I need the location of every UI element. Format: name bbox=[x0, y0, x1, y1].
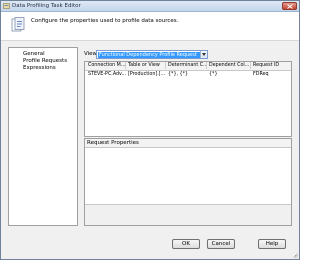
app-icon bbox=[3, 3, 10, 9]
cell-connection-manager[interactable]: STEVE-PC.Adv... bbox=[87, 71, 126, 78]
request-properties-panel: Request Properties bbox=[84, 138, 292, 226]
dropdown-arrow-button[interactable] bbox=[200, 51, 207, 58]
request-properties-header: Request Properties bbox=[85, 139, 291, 148]
header-banner: Configure the properties used to profile… bbox=[1, 12, 299, 41]
cell-determinant-columns[interactable]: {*}, {*} bbox=[167, 71, 207, 78]
profile-requests-grid[interactable]: Connection M... Table or View Determinan… bbox=[84, 61, 292, 137]
dialog-description: Configure the properties used to profile… bbox=[31, 18, 179, 24]
title-bar[interactable]: Data Profiling Task Editor bbox=[1, 1, 299, 12]
data-profiling-icon bbox=[11, 17, 25, 32]
cancel-button[interactable]: Cancel bbox=[207, 239, 235, 249]
chevron-down-icon bbox=[202, 53, 206, 56]
column-header-determinant-columns[interactable]: Determinant C... bbox=[167, 62, 207, 69]
ok-button[interactable]: OK bbox=[172, 239, 200, 249]
property-description-area bbox=[85, 204, 291, 225]
grid-header-row: Connection M... Table or View Determinan… bbox=[85, 62, 291, 71]
window-title: Data Profiling Task Editor bbox=[12, 3, 81, 9]
column-header-table-or-view[interactable]: Table or View bbox=[127, 62, 166, 69]
dialog-window: Data Profiling Task Editor Configure the… bbox=[0, 0, 300, 260]
column-header-request-id[interactable]: Request ID bbox=[252, 62, 291, 69]
column-header-connection-manager[interactable]: Connection M... bbox=[87, 62, 126, 69]
request-properties-label: Request Properties bbox=[87, 140, 139, 146]
view-dropdown-value: Functional Dependency Profile Request bbox=[98, 52, 200, 58]
nav-item-expressions[interactable]: Expressions bbox=[23, 65, 56, 71]
cell-table-or-view[interactable]: [Production].[... bbox=[127, 71, 166, 78]
resize-grip-icon[interactable] bbox=[293, 253, 298, 258]
cell-dependent-column[interactable]: {*} bbox=[208, 71, 251, 78]
view-dropdown[interactable]: Functional Dependency Profile Request bbox=[96, 50, 208, 59]
cell-request-id[interactable]: FDReq bbox=[252, 71, 291, 78]
nav-item-profile-requests[interactable]: Profile Requests bbox=[23, 58, 67, 64]
close-button[interactable] bbox=[282, 2, 297, 10]
close-icon bbox=[287, 4, 293, 9]
nav-panel: General Profile Requests Expressions bbox=[8, 47, 78, 226]
nav-item-general[interactable]: General bbox=[23, 51, 45, 57]
column-header-dependent-column[interactable]: Dependent Col... bbox=[208, 62, 251, 69]
help-button[interactable]: Help bbox=[258, 239, 286, 249]
